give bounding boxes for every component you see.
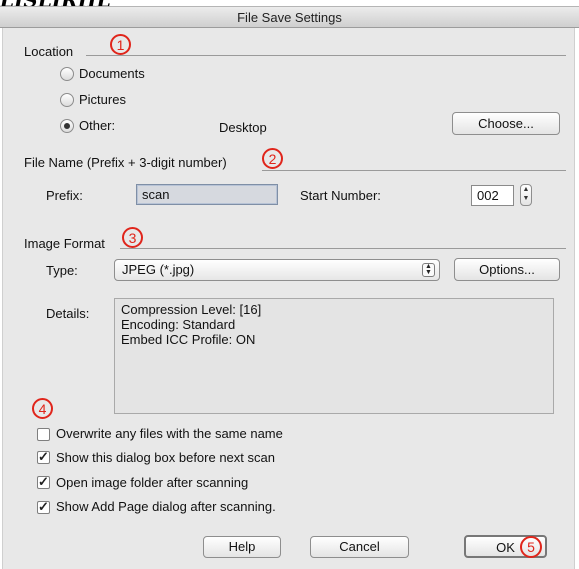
file-name-section-label: File Name (Prefix + 3-digit number) [24, 155, 227, 170]
overwrite-checkbox-label[interactable]: Overwrite any files with the same name [56, 426, 283, 441]
open-folder-checkbox[interactable]: ✓ [37, 474, 50, 489]
annotation-marker-5: 5 [520, 536, 542, 558]
checkmark-icon: ✓ [38, 449, 49, 464]
stepper-up-icon[interactable]: ▲ [521, 185, 531, 194]
open-folder-checkbox-label[interactable]: Open image folder after scanning [56, 475, 248, 490]
details-box: Compression Level: [16] Encoding: Standa… [114, 298, 554, 414]
image-format-divider [120, 248, 566, 249]
radio-documents[interactable] [60, 67, 74, 81]
details-line: Embed ICC Profile: ON [121, 332, 256, 347]
annotation-marker-3: 3 [122, 227, 143, 248]
radio-documents-label[interactable]: Documents [79, 66, 145, 81]
type-label: Type: [46, 263, 78, 278]
show-add-page-checkbox[interactable]: ✓ [37, 499, 50, 514]
show-add-page-checkbox-label[interactable]: Show Add Page dialog after scanning. [56, 499, 276, 514]
location-section-label: Location [24, 44, 74, 59]
window-title-bar: File Save Settings [0, 6, 579, 28]
annotation-marker-2: 2 [262, 148, 283, 169]
options-button[interactable]: Options... [454, 258, 560, 281]
radio-other[interactable] [60, 119, 74, 133]
radio-pictures-label[interactable]: Pictures [79, 92, 126, 107]
type-select-value: JPEG (*.jpg) [122, 262, 195, 277]
radio-other-label[interactable]: Other: [79, 118, 115, 133]
help-button[interactable]: Help [203, 536, 281, 558]
details-line: Encoding: Standard [121, 317, 236, 332]
details-line: Compression Level: [16] [121, 302, 262, 317]
window-title: File Save Settings [237, 10, 342, 25]
start-number-stepper[interactable]: ▲ ▼ [520, 184, 532, 206]
start-number-input[interactable]: 002 [471, 185, 514, 206]
image-format-section-label: Image Format [24, 236, 105, 251]
type-select[interactable]: JPEG (*.jpg) ▲ ▼ [114, 259, 440, 281]
select-arrows-icon: ▲ ▼ [422, 263, 435, 277]
checkmark-icon: ✓ [38, 499, 49, 514]
other-location-value: Desktop [219, 120, 267, 135]
show-dialog-checkbox[interactable]: ✓ [37, 449, 50, 464]
overwrite-checkbox[interactable] [37, 428, 50, 441]
annotation-marker-1: 1 [110, 34, 131, 55]
stepper-down-icon[interactable]: ▼ [521, 194, 531, 203]
start-number-label: Start Number: [300, 188, 381, 203]
checkmark-icon: ✓ [38, 474, 49, 489]
radio-pictures[interactable] [60, 93, 74, 107]
prefix-label: Prefix: [46, 188, 83, 203]
annotation-marker-4: 4 [32, 398, 53, 419]
prefix-input[interactable]: scan [136, 184, 278, 205]
show-dialog-checkbox-label[interactable]: Show this dialog box before next scan [56, 450, 275, 465]
choose-button[interactable]: Choose... [452, 112, 560, 135]
details-label: Details: [46, 306, 90, 321]
cancel-button[interactable]: Cancel [310, 536, 409, 558]
location-divider [86, 55, 566, 56]
file-name-divider [262, 170, 566, 171]
